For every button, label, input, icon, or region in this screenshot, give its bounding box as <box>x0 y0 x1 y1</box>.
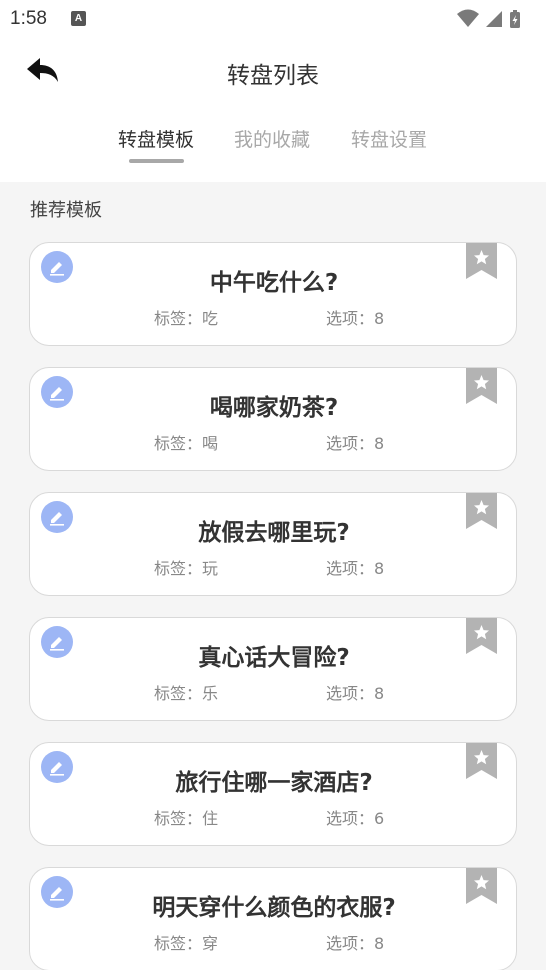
tab-templates[interactable]: 转盘模板 <box>118 125 194 152</box>
card-title: 真心话大冒险? <box>198 645 350 671</box>
card-title: 中午吃什么? <box>209 270 339 296</box>
card-title: 明天穿什么颜色的衣服? <box>152 895 396 921</box>
card-tag: 标签：吃 <box>154 309 219 328</box>
header: 转盘列表 转盘模板 我的收藏 转盘设置 <box>0 38 546 182</box>
tab-settings[interactable]: 转盘设置 <box>351 125 427 152</box>
status-time: 1:58 <box>10 8 47 29</box>
card-tag: 标签：穿 <box>154 934 219 953</box>
wifi-icon <box>457 9 479 27</box>
template-card[interactable]: 中午吃什么? 标签：吃 选项：8 <box>29 242 517 346</box>
tab-indicator <box>129 159 184 163</box>
card-options-count: 选项：8 <box>326 309 385 328</box>
card-title: 喝哪家奶茶? <box>209 395 339 421</box>
card-title: 放假去哪里玩? <box>198 520 350 546</box>
card-tag: 标签：喝 <box>154 434 219 453</box>
template-card[interactable]: 喝哪家奶茶? 标签：喝 选项：8 <box>29 367 517 471</box>
section-title: 推荐模板 <box>30 200 102 221</box>
card-tag: 标签：住 <box>154 809 219 828</box>
template-card[interactable]: 旅行住哪一家酒店? 标签：住 选项：6 <box>29 742 517 846</box>
template-card[interactable]: 明天穿什么颜色的衣服? 标签：穿 选项：8 <box>29 867 517 970</box>
template-card[interactable]: 放假去哪里玩? 标签：玩 选项：8 <box>29 492 517 596</box>
card-options-count: 选项：8 <box>326 434 385 453</box>
app-notification-icon: A <box>71 11 86 26</box>
status-bar: 1:58 A <box>0 0 546 38</box>
card-options-count: 选项：8 <box>326 684 385 703</box>
tab-bar: 转盘模板 我的收藏 转盘设置 <box>0 125 546 165</box>
tab-favorites[interactable]: 我的收藏 <box>234 125 310 152</box>
card-options-count: 选项：6 <box>326 809 385 828</box>
cell-signal-icon <box>486 11 502 27</box>
template-card[interactable]: 真心话大冒险? 标签：乐 选项：8 <box>29 617 517 721</box>
card-options-count: 选项：8 <box>326 934 385 953</box>
battery-icon <box>510 10 520 28</box>
status-icons <box>456 8 536 28</box>
card-title: 旅行住哪一家酒店? <box>175 770 373 796</box>
card-tag: 标签：乐 <box>154 684 219 703</box>
card-tag: 标签：玩 <box>154 559 219 578</box>
card-options-count: 选项：8 <box>326 559 385 578</box>
page-title: 转盘列表 <box>227 63 319 89</box>
